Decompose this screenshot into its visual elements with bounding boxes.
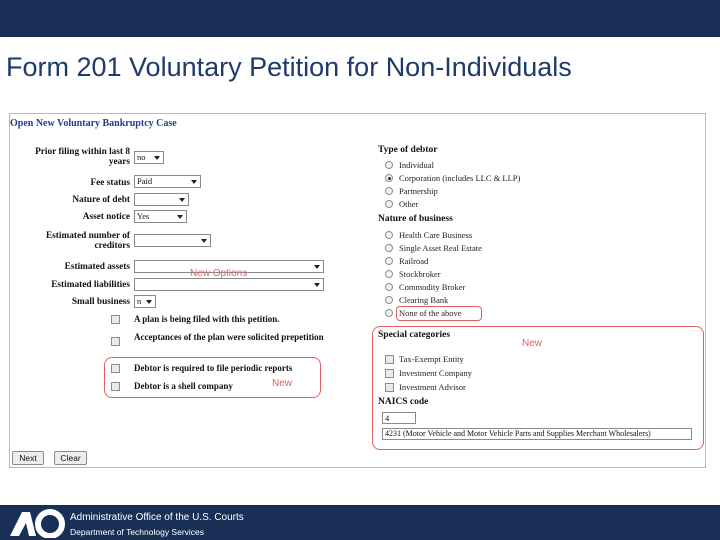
acceptances-checkbox[interactable] xyxy=(111,337,120,346)
naics-description-field[interactable]: 4231 (Motor Vehicle and Motor Vehicle Pa… xyxy=(382,428,692,440)
chevron-down-icon xyxy=(314,265,320,269)
periodic-reports-checkbox[interactable] xyxy=(111,364,120,373)
estimated-liabilities-label: Estimated liabilities xyxy=(51,280,130,290)
business-single-asset-label: Single Asset Real Estate xyxy=(399,243,482,253)
naics-title: NAICS code xyxy=(378,397,429,407)
clear-button[interactable]: Clear xyxy=(54,451,87,465)
investment-company-label: Investment Company xyxy=(399,368,472,378)
fee-status-select[interactable]: Paid xyxy=(134,175,201,188)
naics-code-input[interactable]: 4 xyxy=(382,412,416,424)
new-options-annotation: New Options xyxy=(190,268,248,279)
business-health-care-radio[interactable] xyxy=(385,231,393,239)
debtor-individual-label: Individual xyxy=(399,160,434,170)
debtor-individual-radio[interactable] xyxy=(385,161,393,169)
prior-filing-select[interactable]: no xyxy=(134,151,164,164)
debtor-other-radio[interactable] xyxy=(385,200,393,208)
estimated-assets-label: Estimated assets xyxy=(64,262,130,272)
acceptances-label: Acceptances of the plan were solicited p… xyxy=(134,332,324,342)
footer-bar: Administrative Office of the U.S. Courts… xyxy=(0,505,720,540)
debtor-corporation-label: Corporation (includes LLC & LLP) xyxy=(399,173,521,183)
footer-department: Department of Technology Services xyxy=(70,527,205,537)
debtor-corporation-radio[interactable] xyxy=(385,174,393,182)
shell-company-label: Debtor is a shell company xyxy=(134,381,233,391)
ao-logo-icon xyxy=(10,509,65,538)
top-banner xyxy=(0,0,720,37)
special-categories-title: Special categories xyxy=(378,330,451,340)
new-special-annotation: New xyxy=(522,338,543,349)
estimated-liabilities-select[interactable] xyxy=(134,278,324,291)
small-business-select[interactable]: n xyxy=(134,295,156,308)
chevron-down-icon xyxy=(191,180,197,184)
business-health-care-label: Health Care Business xyxy=(399,230,473,240)
nature-of-business-title: Nature of business xyxy=(378,214,453,224)
asset-notice-label: Asset notice xyxy=(82,212,130,222)
business-none-radio[interactable] xyxy=(385,309,393,317)
slide-title: Form 201 Voluntary Petition for Non-Indi… xyxy=(6,52,572,82)
business-none-label: None of the above xyxy=(399,308,462,318)
new-periodic-annotation: New xyxy=(272,378,293,389)
tax-exempt-checkbox[interactable] xyxy=(385,355,394,364)
chevron-down-icon xyxy=(177,215,183,219)
business-commodity-radio[interactable] xyxy=(385,283,393,291)
chevron-down-icon xyxy=(201,239,207,243)
form-heading: Open New Voluntary Bankruptcy Case xyxy=(10,118,177,129)
plan-filed-checkbox[interactable] xyxy=(111,315,120,324)
asset-notice-select[interactable]: Yes xyxy=(134,210,187,223)
business-clearing-bank-label: Clearing Bank xyxy=(399,295,449,305)
form-screenshot: Open New Voluntary Bankruptcy Case Prior… xyxy=(9,113,706,468)
business-stockbroker-label: Stockbroker xyxy=(399,269,441,279)
tax-exempt-label: Tax-Exempt Entity xyxy=(399,354,464,364)
nature-of-debt-select[interactable] xyxy=(134,193,189,206)
business-single-asset-radio[interactable] xyxy=(385,244,393,252)
footer-org-name: Administrative Office of the U.S. Courts xyxy=(70,512,244,523)
business-commodity-label: Commodity Broker xyxy=(399,282,466,292)
type-of-debtor-title: Type of debtor xyxy=(378,145,438,155)
investment-advisor-label: Investment Advisor xyxy=(399,382,466,392)
shell-company-checkbox[interactable] xyxy=(111,382,120,391)
investment-advisor-checkbox[interactable] xyxy=(385,383,394,392)
investment-company-checkbox[interactable] xyxy=(385,369,394,378)
estimated-creditors-label: Estimated number of creditors xyxy=(45,231,130,251)
debtor-partnership-radio[interactable] xyxy=(385,187,393,195)
chevron-down-icon xyxy=(154,156,160,160)
prior-filing-label: Prior filing within last 8 years xyxy=(35,147,130,167)
business-clearing-bank-radio[interactable] xyxy=(385,296,393,304)
estimated-creditors-select[interactable] xyxy=(134,234,211,247)
business-railroad-radio[interactable] xyxy=(385,257,393,265)
fee-status-label: Fee status xyxy=(90,178,130,188)
nature-of-debt-label: Nature of debt xyxy=(72,195,130,205)
chevron-down-icon xyxy=(179,198,185,202)
business-stockbroker-radio[interactable] xyxy=(385,270,393,278)
business-railroad-label: Railroad xyxy=(399,256,429,266)
chevron-down-icon xyxy=(314,283,320,287)
chevron-down-icon xyxy=(146,300,152,304)
periodic-reports-label: Debtor is required to file periodic repo… xyxy=(134,363,293,373)
debtor-partnership-label: Partnership xyxy=(399,186,438,196)
next-button[interactable]: Next xyxy=(12,451,44,465)
plan-filed-label: A plan is being filed with this petition… xyxy=(134,314,280,324)
small-business-label: Small business xyxy=(71,297,130,307)
debtor-other-label: Other xyxy=(399,199,419,209)
